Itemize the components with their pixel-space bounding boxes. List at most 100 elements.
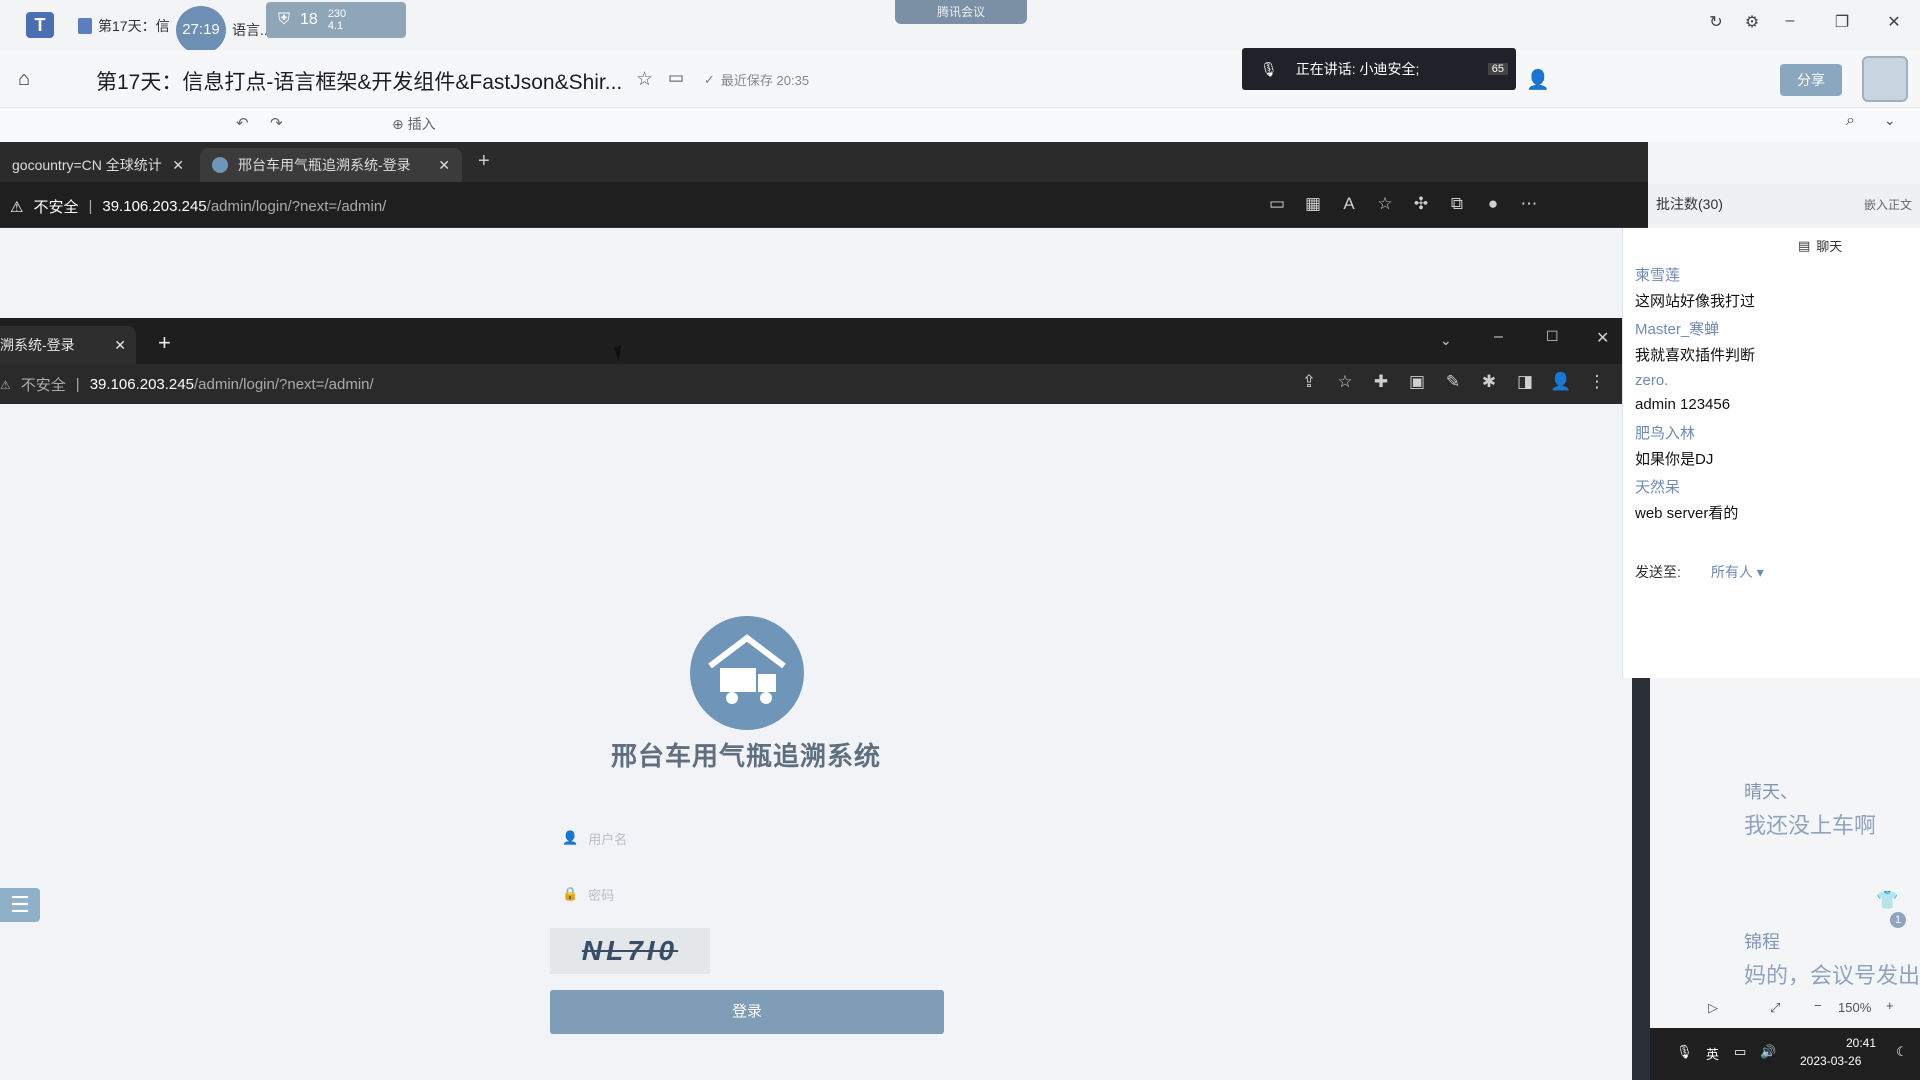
window-edge [1632,678,1650,1080]
tab-close-icon[interactable]: ✕ [438,157,450,174]
chat-sender: 天然呆 [1635,479,1681,496]
chat-title: 聊天 [1816,239,1843,254]
extension-badge-icon[interactable]: ✚ [1366,372,1396,392]
zoom-in-icon[interactable]: + [1886,998,1894,1013]
clock-time: 20:41 [1846,1036,1877,1050]
meeting-timer[interactable]: 27:19 [176,6,226,54]
network-icon[interactable]: ▭ [1734,1044,1746,1060]
qr-icon[interactable]: ▦ [1298,194,1328,214]
saved-status: ✓ 最近保存 20:35 [704,70,809,89]
speaking-indicator: 🎙 正在讲话: 小迪安全; 65 [1242,48,1516,90]
tab-close-icon[interactable]: ✕ [172,157,184,174]
insert-menu[interactable]: ⊕ 插入 [392,114,436,134]
profile-icon[interactable]: ● [1478,194,1508,214]
new-tab-icon[interactable]: + [478,150,490,173]
browser2-toolbar-icons: ⇪ ☆ ✚ ▣ ✎ ✱ ◨ 👤 ⋮ [1294,372,1612,392]
settings-icon[interactable]: ⚙ [1734,12,1770,32]
username-placeholder: 用户名 [588,831,628,847]
minimize-icon[interactable]: – [1494,328,1503,346]
read-mode-icon[interactable]: ▭ [1262,194,1292,214]
undo-icon[interactable]: ↶ [236,114,249,132]
browser1-tab-1[interactable]: gocountry=CN 全球统计 - 1 ✕ [0,148,196,182]
zoom-out-icon[interactable]: − [1814,998,1822,1013]
embed-toggle[interactable]: 嵌入正文 [1864,196,1912,213]
browser2-tab[interactable]: 溯系统-登录 ✕ [0,326,136,364]
bookmark-star-icon[interactable]: ☆ [1330,372,1360,392]
password-field[interactable]: 🔒 密码 [560,874,940,914]
doc-toolbar: ⌂ 第17天：信息打点-语言框架&开发组件&FastJson&Shir... ☆… [0,50,1920,108]
pen-icon[interactable]: ✎ [1438,372,1468,392]
profile-icon[interactable]: 👤 [1546,372,1576,392]
puzzle-icon[interactable]: ✱ [1474,372,1504,392]
browser2-url-bar[interactable]: ⚠ 不安全 | 39.106.203.245/admin/login/?next… [0,374,374,395]
browser1-toolbar-icons: ▭ ▦ A ☆ ✣ ⧉ ● ⋯ [1262,194,1544,214]
insecure-label: 不安全 [33,199,79,216]
send-to-label: 发送至: [1635,564,1681,580]
close-icon[interactable]: ✕ [1596,328,1609,348]
username-field[interactable]: 👤 用户名 [560,818,940,858]
collaborator-icon[interactable]: 👤 [1526,68,1550,92]
share-button[interactable]: 分享 [1780,64,1842,96]
star-icon[interactable]: ☆ [636,68,653,91]
redo-icon[interactable]: ↷ [270,114,283,132]
ime-indicator[interactable]: 英 [1706,1044,1719,1063]
screenshot-icon[interactable]: ▣ [1402,372,1432,392]
system-taskbar: 🎙 英 ▭ 🔊 20:41 2023-03-26 ☾ [1650,1028,1920,1080]
meeting-pill[interactable]: 腾讯会议 [895,0,1027,24]
shield-icon: ⛨ [278,11,291,28]
site-favicon-icon [212,157,228,173]
tab-close-icon[interactable]: ✕ [114,337,126,354]
restore-icon[interactable]: ❐ [1824,12,1860,32]
insert-label: 插入 [407,116,436,132]
fullscreen-icon[interactable]: ⤢ [1770,1000,1780,1016]
login-button[interactable]: 登录 [550,990,944,1034]
refresh-icon[interactable]: ↻ [1698,12,1734,32]
browser1-url-bar[interactable]: ⚠ 不安全 | 39.106.203.245/admin/login/?next… [10,196,386,217]
side-panel-icon[interactable]: ◨ [1510,372,1540,392]
send-to-select[interactable]: 所有人 ▾ [1711,562,1764,582]
comment-count[interactable]: 批注数(30) [1656,194,1723,214]
chat-sender: 柬雪莲 [1635,267,1681,284]
favorite-add-icon[interactable]: ☆ [1370,194,1400,214]
saved-text: 最近保存 20:35 [720,73,810,88]
doc-tab[interactable]: 第17天：信 [78,14,170,38]
app-logo-icon[interactable]: T [26,12,54,38]
browser1-tab1-label: gocountry=CN 全球统计 - 1 [12,157,162,173]
chat-sender: zero. [1635,372,1669,389]
captcha-image[interactable]: NL7I0 [550,928,710,974]
browser1-tab-2[interactable]: 邢台车用气瓶追溯系统-登录 ✕ [200,148,462,182]
more-icon[interactable]: ⋯ [1514,194,1544,214]
clock-date: 2023-03-26 [1800,1054,1862,1068]
chat-message: 我就喜欢插件判断 [1635,347,1756,364]
play-icon[interactable]: ▷ [1708,1000,1718,1016]
url-host: 39.106.203.245 [102,198,207,215]
doc-titlebar: T 第17天：信 27:19 语言... ⛨ 18 230 4.1 腾讯会议 ↻… [0,0,1920,54]
collections-icon[interactable]: ⧉ [1442,194,1472,214]
comment-text: 妈的，会议号发出 [1744,963,1920,988]
read-aloud-icon[interactable]: A [1334,194,1364,214]
browser1-tab2-label: 邢台车用气瓶追溯系统-登录 [238,157,411,173]
extension-icon[interactable]: ✣ [1406,194,1436,214]
tab-search-icon[interactable]: ⌄ [1440,332,1452,349]
user-avatar[interactable] [1862,56,1908,102]
share-icon[interactable]: ⇪ [1294,372,1324,392]
user-icon: 👤 [562,830,579,845]
home-icon[interactable]: ⌂ [18,68,30,91]
menu-icon[interactable]: ⋮ [1582,372,1612,392]
maximize-icon[interactable]: ☐ [1546,328,1559,345]
minimize-icon[interactable]: – [1772,12,1808,30]
folder-icon[interactable]: ▭ [668,68,684,88]
shirt-icon[interactable]: 👕 [1876,890,1898,911]
comment-badge: 1 [1890,912,1906,928]
chevron-down-icon[interactable]: ⌄ [1884,112,1896,129]
chat-message: 如果你是DJ [1635,451,1714,468]
search-icon[interactable]: ⌕ [1846,112,1855,130]
side-menu-icon[interactable]: ☰ [0,888,40,922]
speaking-count: 65 [1487,63,1508,75]
new-tab-icon[interactable]: + [158,330,171,356]
microphone-icon[interactable]: 🎙 [1676,1044,1693,1060]
warning-icon: ⚠ [10,198,24,216]
volume-icon[interactable]: 🔊 [1760,1044,1776,1060]
close-icon[interactable]: ✕ [1876,12,1912,32]
notification-icon[interactable]: ☾ [1896,1044,1908,1060]
